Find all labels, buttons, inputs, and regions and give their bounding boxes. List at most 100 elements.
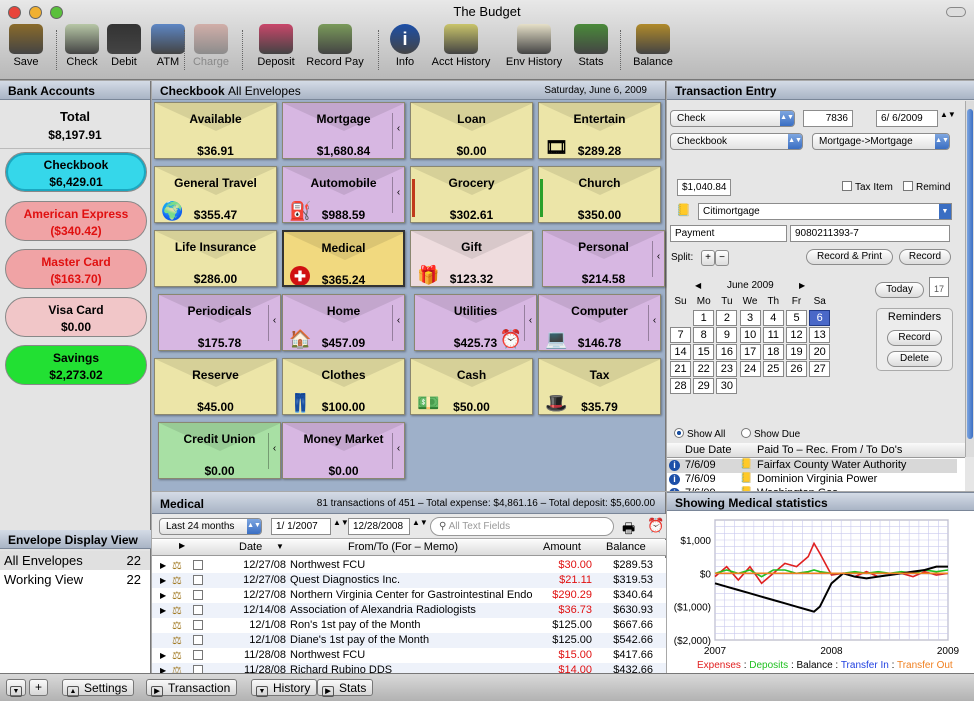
tax-item-checkbox[interactable]: Tax Item (842, 181, 893, 193)
calendar-day[interactable]: 13 (809, 327, 831, 343)
envelope-automobile[interactable]: Automobile $988.59 ‹ ⛽ (282, 166, 405, 223)
calendar-day[interactable]: 9 (716, 327, 738, 343)
envelope-available[interactable]: Available $36.91 (154, 102, 277, 159)
payee-field[interactable]: Citimortgage ▼ (698, 203, 952, 220)
envelope-church[interactable]: Church $350.00 (538, 166, 661, 223)
split-add-button[interactable]: + (701, 250, 715, 266)
calendar-day[interactable]: 29 (693, 378, 715, 394)
calendar-day[interactable]: 20 (809, 344, 831, 360)
calendar-day[interactable]: 30 (716, 378, 738, 394)
start-date-field[interactable]: 1/ 1/2007 (271, 518, 331, 535)
due-date-column[interactable]: Due Date (685, 444, 731, 456)
calendar-day[interactable]: 15 (693, 344, 715, 360)
envelope-gift[interactable]: Gift $123.32 🎁 (410, 230, 533, 287)
envelope-cash[interactable]: Cash $50.00 💵 (410, 358, 533, 415)
today-button[interactable]: Today (875, 282, 924, 298)
end-date-stepper-icon[interactable]: ▲▼ (412, 518, 428, 527)
add-button[interactable]: + (29, 679, 49, 696)
history-button[interactable]: ▼ History (251, 679, 318, 697)
view-menu-button[interactable]: ▼ (6, 679, 26, 697)
envelope-clothes[interactable]: Clothes $100.00 👖 (282, 358, 405, 415)
search-field[interactable]: ⚲ All Text Fields (430, 517, 614, 536)
show-due-radio[interactable]: Show Due (741, 428, 800, 440)
disclosure-triangle-icon[interactable]: ▶ (160, 561, 166, 570)
envelope-popup[interactable]: Mortgage->Mortgage ▲▼ (812, 133, 950, 150)
table-row[interactable]: ▶ ⚖ 12/27/08 Quest Diagnostics Inc. $21.11 $3… (152, 573, 666, 588)
toolbar-save-button[interactable]: Save (6, 24, 46, 76)
account-american-express[interactable]: American Express ($340.42) (5, 201, 147, 241)
show-all-radio[interactable]: Show All (674, 428, 725, 440)
account-visa-card[interactable]: Visa Card $0.00 (5, 297, 147, 337)
memo-label-field[interactable]: Payment (670, 225, 787, 242)
cleared-checkbox[interactable] (193, 635, 203, 645)
envelope-reserve[interactable]: Reserve $45.00 (154, 358, 277, 415)
info-icon[interactable]: i (669, 488, 680, 491)
envelope-grocery[interactable]: Grocery $302.61 (410, 166, 533, 223)
memo-value-field[interactable]: 9080211393-7 (790, 225, 950, 242)
transaction-date-field[interactable]: 6/ 6/2009 (876, 110, 938, 127)
envelope-utilities[interactable]: Utilities $425.73 ‹ ⏰ (414, 294, 537, 351)
toolbar-deposit-button[interactable]: Deposit (250, 24, 302, 76)
account-master-card[interactable]: Master Card ($163.70) (5, 249, 147, 289)
start-date-stepper-icon[interactable]: ▲▼ (333, 518, 349, 527)
toolbar-toggle-button[interactable] (946, 7, 966, 17)
envelope-loan[interactable]: Loan $0.00 (410, 102, 533, 159)
cleared-checkbox[interactable] (193, 575, 203, 585)
cleared-checkbox[interactable] (193, 650, 203, 660)
due-row[interactable]: i 7/6/09 📒 Fairfax County Water Authority (667, 459, 957, 473)
calendar-day[interactable]: 16 (716, 344, 738, 360)
account-savings[interactable]: Savings $2,273.02 (5, 345, 147, 385)
transaction-button[interactable]: ▶ Transaction (146, 679, 238, 697)
calendar-day[interactable]: 10 (739, 327, 761, 343)
calendar-day[interactable]: 17 (739, 344, 761, 360)
transaction-type-popup[interactable]: Check ▲▼ (670, 110, 795, 127)
record-print-button[interactable]: Record & Print (806, 249, 893, 265)
toolbar-env-history-button[interactable]: Env History (502, 24, 566, 76)
envelope-mortgage[interactable]: Mortgage $1,680.84 ‹ (282, 102, 405, 159)
envelope-periodicals[interactable]: Periodicals $175.78 ‹ (158, 294, 281, 351)
next-month-icon[interactable]: ▶ (799, 281, 805, 290)
combo-arrow-icon[interactable]: ▼ (939, 204, 951, 219)
reminder-record-button[interactable]: Record (887, 330, 942, 346)
calendar-day[interactable]: 19 (786, 344, 807, 360)
envelope-computer[interactable]: Computer $146.78 ‹ 💻 (538, 294, 661, 351)
calendar-day[interactable]: 24 (739, 361, 761, 377)
paid-to-column[interactable]: Paid To – Rec. From / To Do's (757, 444, 902, 456)
calendar-day[interactable]: 22 (693, 361, 715, 377)
envelope-credit-union[interactable]: Credit Union $0.00 ‹ (158, 422, 281, 479)
table-row[interactable]: ▶ ⚖ 11/28/08 Northwest FCU $15.00 $417.66 (152, 648, 666, 663)
due-row[interactable]: i 7/6/09 📒 Dominion Virginia Power (667, 473, 957, 487)
calendar-day[interactable]: 27 (809, 361, 831, 377)
calendar-day[interactable]: 5 (786, 310, 807, 326)
date-range-popup[interactable]: Last 24 months ▲▼ (159, 518, 262, 535)
table-row[interactable]: ▶ ⚖ 12/27/08 Northwest FCU $30.00 $289.53 (152, 558, 666, 573)
cleared-checkbox[interactable] (193, 590, 203, 600)
calendar-icon[interactable]: 17 (929, 277, 949, 297)
calendar-day[interactable]: 8 (693, 327, 715, 343)
disclosure-triangle-icon[interactable]: ▶ (160, 651, 166, 660)
toolbar-balance-button[interactable]: Balance (626, 24, 680, 76)
column-amount[interactable]: Amount (543, 541, 581, 553)
cleared-checkbox[interactable] (193, 605, 203, 615)
table-row[interactable]: ⚖ 12/1/08 Ron's 1st pay of the Month $125.0… (152, 618, 666, 633)
envelope-view-row[interactable]: All Envelopes 22 (0, 551, 150, 570)
toolbar-record-pay-button[interactable]: Record Pay (302, 24, 368, 76)
calendar-day[interactable]: 7 (670, 327, 691, 343)
column-balance[interactable]: Balance (606, 541, 646, 553)
date-stepper-icon[interactable]: ▲▼ (940, 110, 956, 119)
toolbar-debit-button[interactable]: Debit (104, 24, 144, 76)
table-row[interactable]: ⚖ 12/1/08 Diane's 1st pay of the Month $125… (152, 633, 666, 648)
envelope-life-insurance[interactable]: Life Insurance $286.00 (154, 230, 277, 287)
table-row[interactable]: ▶ ⚖ 12/27/08 Northern Virginia Center for G… (152, 588, 666, 603)
toolbar-acct-history-button[interactable]: Acct History (426, 24, 496, 76)
toolbar-charge-button[interactable]: Charge (188, 24, 234, 76)
account-checkbook[interactable]: Checkbook $6,429.01 (5, 152, 147, 192)
alarm-clock-icon[interactable]: ⏰ (647, 517, 664, 534)
amount-field[interactable]: $1,040.84 (677, 179, 731, 196)
record-button[interactable]: Record (899, 249, 951, 265)
envelope-personal[interactable]: Personal $214.58 ‹ (542, 230, 665, 287)
disclosure-triangle-icon[interactable]: ▶ (160, 576, 166, 585)
calendar-day[interactable]: 2 (716, 310, 738, 326)
envelope-medical[interactable]: Medical $365.24 ✚ (282, 230, 405, 287)
cleared-checkbox[interactable] (193, 560, 203, 570)
